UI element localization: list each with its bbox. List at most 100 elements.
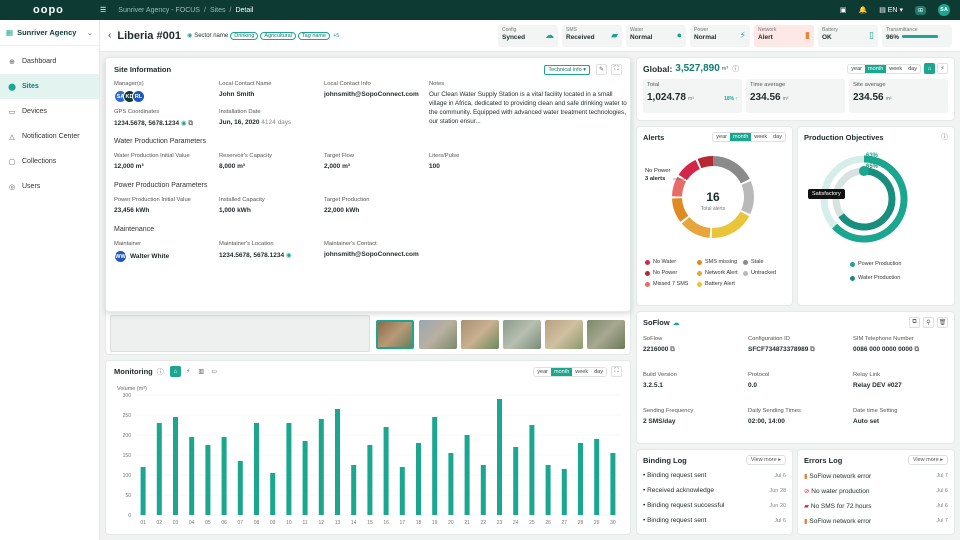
status-water[interactable]: Water Normal ● (626, 24, 686, 47)
range-week[interactable]: week (751, 133, 770, 141)
list-item[interactable]: ▮ SoFlow network error Jul 7 (804, 468, 948, 483)
photo-thumbnail[interactable] (503, 320, 541, 349)
list-item[interactable]: ▰ No SMS for 72 hours Jul 6 (804, 498, 948, 513)
delete-icon[interactable]: 🗑 (937, 317, 948, 328)
copy-icon[interactable]: ⧉ (670, 346, 675, 353)
fullscreen-icon[interactable]: ⛶ (611, 64, 622, 75)
legend-item[interactable]: Battery Alert (697, 281, 743, 287)
range-month[interactable]: month (729, 133, 752, 141)
list-item[interactable]: ⊘ No water production Jul 6 (804, 483, 948, 498)
link-icon[interactable]: ⚲ (923, 317, 934, 328)
range-day[interactable]: day (770, 133, 785, 141)
breadcrumb-item[interactable]: Sites (210, 7, 226, 14)
range-month[interactable]: month (550, 367, 573, 376)
range-month[interactable]: month (864, 64, 887, 73)
edit-icon[interactable]: ✎ (596, 64, 607, 75)
site-map[interactable] (110, 315, 370, 352)
range-year[interactable]: year (848, 65, 865, 73)
sidebar-item-collections[interactable]: ▢ Collections (0, 149, 99, 174)
status-battery[interactable]: Battery OK ▯ (818, 24, 878, 47)
bar (448, 453, 454, 515)
status-power[interactable]: Power Normal ⚡ (690, 24, 750, 47)
legend-item[interactable]: No Water (645, 259, 697, 265)
legend-item[interactable]: Power Production (850, 261, 901, 267)
monitoring-chart: Volume (m³) 0 50 100 150 200 250 300 01 02 03 04 05 0… (117, 386, 621, 526)
location-icon[interactable]: ◉ (181, 120, 187, 127)
list-item[interactable]: • Received acknowledge Jun 28 (643, 483, 786, 498)
legend-item[interactable]: Network Alert (697, 270, 743, 276)
back-arrow-icon[interactable]: ‹ (108, 30, 111, 41)
photo-thumbnail[interactable] (461, 320, 499, 349)
legend-item[interactable]: Missed 7 SMS (645, 281, 697, 287)
org-selector[interactable]: ▦ Sunriver Agency ⌄ (0, 20, 99, 46)
fullscreen-icon[interactable]: ⛶ (611, 366, 622, 377)
bell-icon[interactable]: 🔔 (858, 6, 867, 14)
status-network[interactable]: Network Alert ▮ (754, 24, 814, 47)
sidebar-item-users[interactable]: ◎ Users (0, 174, 99, 199)
tag[interactable]: Agricultural (260, 31, 296, 40)
status-transmittance[interactable]: Transmittance 96% (882, 24, 952, 47)
time-range-selector[interactable]: year month week day (847, 63, 921, 74)
legend-item[interactable]: Water Production (850, 275, 901, 281)
sidebar-item-sites[interactable]: ⬤ Sites (0, 74, 99, 99)
time-range-selector[interactable]: year month week day (712, 132, 786, 142)
copy-icon[interactable]: ⧉ (188, 120, 193, 127)
legend-item[interactable]: Stale (743, 259, 783, 265)
language-selector[interactable]: ▤ EN ▾ (879, 6, 903, 14)
local-contact-info[interactable]: johnsmith@SopoConnect.com (324, 91, 429, 98)
range-day[interactable]: day (591, 368, 606, 376)
range-week[interactable]: week (572, 368, 591, 376)
legend-item[interactable]: Untracked (743, 270, 783, 276)
legend-item[interactable]: SMS missing (697, 259, 743, 265)
photo-thumbnail[interactable] (587, 320, 625, 349)
breadcrumb-item[interactable]: Sunriver Agency - FOCUS (118, 7, 200, 14)
time-range-selector[interactable]: year month week day (533, 366, 607, 377)
location-icon[interactable]: ◉ (286, 252, 292, 259)
view-more-button[interactable]: View more ▸ (745, 455, 786, 465)
apps-icon[interactable]: ⊞ (914, 5, 926, 15)
bars-icon[interactable]: ▥ (196, 366, 207, 377)
chat-icon[interactable]: ▣ (840, 6, 847, 14)
info-icon[interactable]: ⓘ (157, 367, 164, 377)
view-more-button[interactable]: View more ▸ (907, 455, 948, 465)
sidebar-item-notification-center[interactable]: △ Notification Center (0, 124, 99, 149)
home-icon[interactable]: ⌂ (169, 366, 181, 377)
technical-info-button[interactable]: Technical info ▾ (544, 64, 590, 75)
photo-thumbnail[interactable] (376, 320, 414, 349)
avatar[interactable]: WW (114, 250, 127, 263)
range-week[interactable]: week (886, 65, 905, 73)
menu-icon[interactable]: ☰ (100, 6, 106, 14)
message-icon[interactable]: ▭ (209, 366, 220, 377)
status-sms[interactable]: SMS Received ▰ (562, 24, 622, 47)
list-item[interactable]: • Binding request successful Jun 20 (643, 498, 786, 513)
sidebar-item-dashboard[interactable]: ⊕ Dashboard (0, 49, 99, 74)
range-year[interactable]: year (713, 133, 730, 141)
tag[interactable]: Drinking (230, 31, 259, 40)
photo-thumbnail[interactable] (545, 320, 583, 349)
range-year[interactable]: year (534, 368, 551, 376)
lightning-icon[interactable]: ⚡ (937, 63, 948, 74)
list-item[interactable]: • Binding request sent Jul 6 (643, 468, 786, 483)
info-icon[interactable]: ⓘ (941, 132, 948, 142)
copy-icon[interactable]: ⧉ (914, 346, 919, 353)
tag[interactable]: Tag name (297, 31, 331, 40)
lightning-icon[interactable]: ⚡ (183, 366, 194, 377)
sidebar-item-devices[interactable]: ▭ Devices (0, 99, 99, 124)
copy-icon[interactable]: ⧉ (909, 317, 920, 328)
legend-item[interactable]: No Power (645, 270, 697, 276)
alerts-donut[interactable]: 16 Total alerts (643, 149, 788, 249)
list-item[interactable]: ▮ SoFlow network error Jul 7 (804, 513, 948, 528)
flag-icon: ▤ (879, 7, 886, 14)
photo-thumbnail[interactable] (419, 320, 457, 349)
home-icon[interactable]: ⌂ (924, 63, 935, 74)
logo[interactable]: oopo (0, 4, 100, 16)
info-icon[interactable]: ⓘ (732, 64, 739, 74)
avatar[interactable]: RL (132, 90, 145, 103)
status-config[interactable]: Config Synced ☁ (498, 24, 558, 47)
list-item[interactable]: • Binding request sent Jul 6 (643, 513, 786, 528)
more-tags[interactable]: +5 (333, 33, 339, 39)
bar (221, 437, 227, 515)
user-avatar[interactable]: SA (938, 4, 950, 16)
range-day[interactable]: day (905, 65, 920, 73)
copy-icon[interactable]: ⧉ (810, 346, 815, 353)
